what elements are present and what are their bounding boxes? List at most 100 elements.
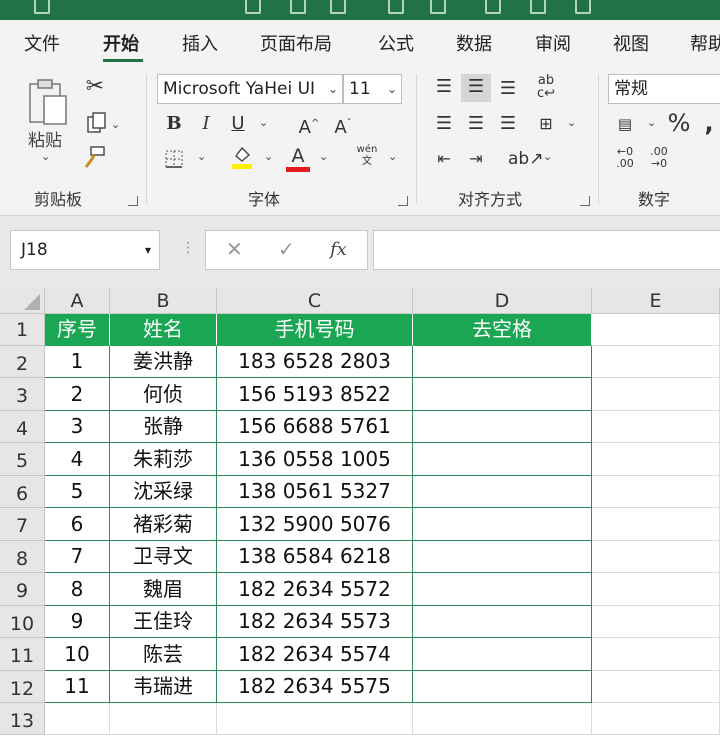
table-cell[interactable]: 朱莉莎: [110, 443, 217, 476]
decrease-decimal-icon[interactable]: .00 →0: [644, 146, 674, 174]
table-cell[interactable]: 156 6688 5761: [217, 411, 413, 443]
table-header-cell[interactable]: 去空格: [413, 314, 592, 346]
table-cell[interactable]: [413, 508, 592, 541]
chevron-down-icon[interactable]: ⌄: [197, 150, 206, 163]
empty-cell[interactable]: [592, 346, 720, 378]
borders-icon[interactable]: [160, 146, 188, 174]
column-header-d[interactable]: D: [413, 288, 592, 314]
table-cell[interactable]: 182 2634 5575: [217, 671, 413, 703]
row-header-3[interactable]: 3: [0, 378, 45, 411]
empty-cell[interactable]: [592, 314, 720, 346]
table-header-cell[interactable]: 序号: [45, 314, 110, 346]
table-cell[interactable]: 136 0558 1005: [217, 443, 413, 476]
formula-input[interactable]: [373, 230, 720, 270]
grow-font-button[interactable]: A^: [296, 111, 322, 139]
dialog-launcher-icon[interactable]: [580, 196, 590, 206]
row-header-12[interactable]: 12: [0, 671, 45, 703]
row-header-6[interactable]: 6: [0, 476, 45, 508]
number-format-select[interactable]: 常规: [608, 74, 720, 104]
table-cell[interactable]: 张静: [110, 411, 217, 443]
empty-cell[interactable]: [217, 703, 413, 735]
table-cell[interactable]: [413, 411, 592, 443]
empty-cell[interactable]: [592, 606, 720, 638]
quick-access-icon[interactable]: [530, 0, 546, 14]
increase-decimal-icon[interactable]: ←0.00: [610, 146, 640, 174]
font-name-select[interactable]: Microsoft YaHei UI ⌄: [157, 74, 343, 104]
table-cell[interactable]: [413, 346, 592, 378]
quick-access-icon[interactable]: [575, 0, 591, 14]
empty-cell[interactable]: [592, 638, 720, 671]
chevron-down-icon[interactable]: ⌄: [259, 116, 268, 129]
empty-cell[interactable]: [592, 443, 720, 476]
name-box[interactable]: J18 ▾: [10, 230, 160, 270]
empty-cell[interactable]: [413, 703, 592, 735]
align-bottom-icon[interactable]: ☰: [494, 76, 522, 104]
table-cell[interactable]: 4: [45, 443, 110, 476]
chevron-down-icon[interactable]: ⌄: [388, 150, 397, 163]
comma-style-icon[interactable]: ,: [698, 110, 720, 138]
accounting-format-icon[interactable]: ▤: [610, 111, 640, 139]
table-cell[interactable]: 156 5193 8522: [217, 378, 413, 411]
italic-button[interactable]: I: [194, 111, 218, 139]
table-cell[interactable]: 138 0561 5327: [217, 476, 413, 508]
empty-cell[interactable]: [592, 378, 720, 411]
empty-cell[interactable]: [592, 508, 720, 541]
table-cell[interactable]: [413, 573, 592, 606]
font-color-button[interactable]: A: [284, 143, 312, 172]
phonetic-guide-icon[interactable]: wén 文: [352, 144, 382, 172]
row-header-10[interactable]: 10: [0, 606, 45, 638]
table-cell[interactable]: 3: [45, 411, 110, 443]
column-header-e[interactable]: E: [592, 288, 720, 314]
orientation-icon[interactable]: ab↗: [508, 146, 543, 174]
tab-page-layout[interactable]: 页面布局: [260, 30, 332, 56]
chevron-down-icon[interactable]: ⌄: [647, 116, 656, 129]
table-cell[interactable]: 姜洪静: [110, 346, 217, 378]
fill-color-icon[interactable]: [228, 144, 256, 172]
tab-insert[interactable]: 插入: [182, 30, 218, 56]
row-header-11[interactable]: 11: [0, 638, 45, 671]
quick-access-icon[interactable]: [485, 0, 501, 14]
table-cell[interactable]: 2: [45, 378, 110, 411]
dialog-launcher-icon[interactable]: [398, 196, 408, 206]
cancel-icon[interactable]: ✕: [226, 237, 243, 261]
empty-cell[interactable]: [592, 541, 720, 573]
save-icon[interactable]: [34, 0, 50, 14]
table-cell[interactable]: 182 2634 5572: [217, 573, 413, 606]
chevron-down-icon[interactable]: ⌄: [319, 150, 328, 163]
tab-data[interactable]: 数据: [456, 30, 492, 56]
row-header-1[interactable]: 1: [0, 314, 45, 346]
table-cell[interactable]: 9: [45, 606, 110, 638]
quick-access-icon[interactable]: [290, 0, 306, 14]
tab-formulas[interactable]: 公式: [378, 30, 414, 56]
dialog-launcher-icon[interactable]: [128, 196, 138, 206]
table-cell[interactable]: 132 5900 5076: [217, 508, 413, 541]
chevron-down-icon[interactable]: ⌄: [543, 150, 552, 163]
empty-cell[interactable]: [592, 671, 720, 703]
table-cell[interactable]: 褚彩菊: [110, 508, 217, 541]
row-header-9[interactable]: 9: [0, 573, 45, 606]
bold-button[interactable]: B: [162, 111, 186, 139]
quick-access-icon[interactable]: [388, 0, 404, 14]
empty-cell[interactable]: [110, 703, 217, 735]
align-top-icon[interactable]: ☰: [430, 74, 458, 102]
select-all-button[interactable]: [0, 288, 45, 314]
chevron-down-icon[interactable]: ⌄: [264, 150, 273, 163]
align-right-icon[interactable]: ☰: [494, 111, 522, 139]
empty-cell[interactable]: [592, 411, 720, 443]
row-header-13[interactable]: 13: [0, 703, 45, 735]
table-cell[interactable]: 5: [45, 476, 110, 508]
quick-access-icon[interactable]: [330, 0, 346, 14]
quick-access-icon[interactable]: [245, 0, 261, 14]
table-cell[interactable]: 1: [45, 346, 110, 378]
format-painter-icon[interactable]: [80, 144, 108, 172]
empty-cell[interactable]: [592, 703, 720, 735]
table-cell[interactable]: 138 6584 6218: [217, 541, 413, 573]
merge-center-icon[interactable]: ⊞: [532, 111, 560, 139]
table-cell[interactable]: 7: [45, 541, 110, 573]
chevron-down-icon[interactable]: ⌄: [567, 116, 576, 129]
insert-function-button[interactable]: fx: [330, 239, 347, 260]
empty-cell[interactable]: [45, 703, 110, 735]
table-cell[interactable]: 8: [45, 573, 110, 606]
shrink-font-button[interactable]: Aˇ: [330, 111, 356, 139]
tab-file[interactable]: 文件: [24, 30, 60, 56]
